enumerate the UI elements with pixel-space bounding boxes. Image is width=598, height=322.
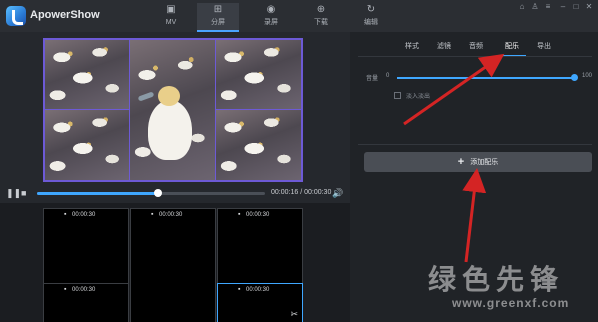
tab-style[interactable]: 样式 [404,41,420,57]
pause-icon[interactable]: ❚❚ [6,187,21,199]
title-bar: ApowerShow ▣ MV ⊞ 分屏 ◉ 录屏 ⊕ 下载 ↻ 编辑 ⌂ ♙ … [0,0,598,32]
watermark-url: www.greenxf.com [452,296,570,310]
tab-edit[interactable]: ↻ 编辑 [350,3,392,32]
tab-mv[interactable]: ▣ MV [150,3,192,32]
tab-download[interactable]: ⊕ 下载 [300,3,342,32]
edit-icon: ↻ [366,4,376,15]
split-screen-icon: ⊞ [213,4,223,15]
record-icon: ◉ [266,4,276,15]
fade-checkbox[interactable] [394,92,401,99]
add-music-button[interactable]: + 添加配乐 [364,152,592,172]
tab-underline [358,56,592,57]
video-preview[interactable] [43,38,303,182]
cart-icon[interactable]: ⌂ [517,2,527,11]
video-clip-icon: ▪ [238,211,241,218]
tab-record[interactable]: ◉ 录屏 [250,3,292,32]
volume-label: 音量 [366,76,379,82]
split-slot-selected[interactable]: ▪ 00:00:30 ✂ [217,283,303,322]
divider [358,144,592,145]
fade-label: 淡入淡出 [406,94,431,100]
tab-filter[interactable]: 滤镜 [436,41,452,57]
video-clip-icon: ▪ [151,211,154,218]
scissors-icon[interactable]: ✂ [290,309,298,320]
close-icon[interactable]: ✕ [584,2,594,11]
progress-bar[interactable] [37,189,265,197]
split-layout-grid: ▪ 00:00:30 ▪ 00:00:30 ▪ 00:00:30 ▪ 00:00… [0,203,350,322]
app-logo-icon [6,6,26,26]
app-title: ApowerShow [30,9,100,21]
timecode: 00:00:16 / 00:00:30 [271,189,332,196]
split-slot[interactable]: ▪ 00:00:30 [43,283,129,322]
volume-min: 0 [386,73,390,79]
player-controls: ❚❚ ■ 00:00:16 / 00:00:30 🔊 [0,183,350,203]
user-icon[interactable]: ♙ [530,2,540,11]
maximize-icon[interactable]: □ [571,2,581,11]
film-icon: ▣ [166,4,176,15]
video-clip-icon: ▪ [238,286,241,293]
download-icon: ⊕ [316,4,326,15]
split-slot[interactable]: ▪ 00:00:30 [43,208,129,284]
tab-export[interactable]: 导出 [536,41,552,57]
preview-cell-center [130,40,216,180]
menu-icon[interactable]: ≡ [543,2,553,11]
tab-split-screen[interactable]: ⊞ 分屏 [197,3,239,32]
plus-icon: + [457,156,465,168]
split-slot[interactable]: ▪ 00:00:30 [130,208,216,322]
volume-slider[interactable] [397,77,575,79]
video-clip-icon: ▪ [64,286,67,293]
preview-cell-right [215,40,301,180]
volume-icon[interactable]: 🔊 [332,187,343,199]
volume-max: 100 [582,73,593,79]
tab-audio[interactable]: 音频 [468,41,484,57]
split-slot[interactable]: ▪ 00:00:30 [217,208,303,284]
volume-slider-handle[interactable] [571,74,578,81]
video-clip-icon: ▪ [64,211,67,218]
progress-handle[interactable] [153,189,162,197]
progress-fill [37,192,158,195]
stop-icon[interactable]: ■ [21,187,26,199]
tab-music[interactable]: 配乐 [498,41,526,57]
preview-cell-left [45,40,131,180]
minimize-icon[interactable]: – [558,2,568,11]
watermark-text: 绿色先锋 [428,263,565,296]
